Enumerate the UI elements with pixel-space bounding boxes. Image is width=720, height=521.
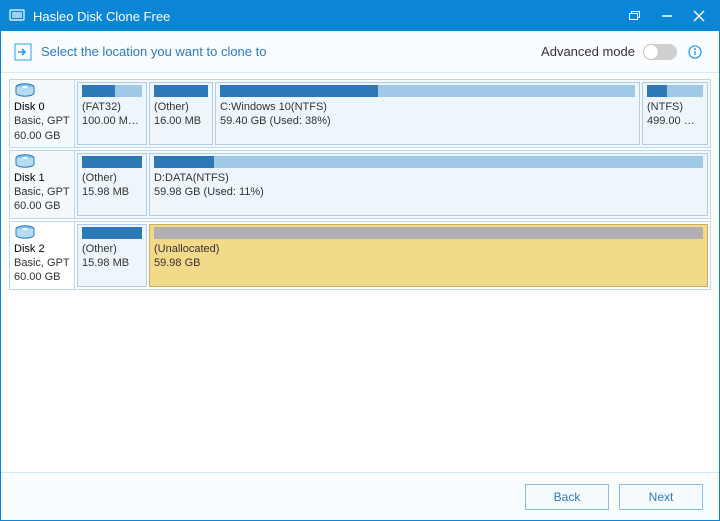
partition[interactable]: (Other)15.98 MB [77, 153, 147, 216]
partition-label: (Other) [154, 100, 208, 114]
disk-name: Disk 2 [14, 242, 70, 256]
partition-container: (Other)15.98 MB(Unallocated)59.98 GB [75, 221, 711, 290]
partition[interactable]: (Other)15.98 MB [77, 224, 147, 287]
partition-label: C:Windows 10(NTFS) [220, 100, 635, 114]
step-arrow-icon [13, 42, 33, 62]
partition-size: 499.00 MB ... [647, 114, 703, 128]
partition-label: (NTFS) [647, 100, 703, 114]
disk-name: Disk 1 [14, 171, 70, 185]
partition-size: 15.98 MB [82, 256, 142, 270]
partition[interactable]: (NTFS)499.00 MB ... [642, 82, 708, 145]
partition-size: 15.98 MB [82, 185, 142, 199]
partition[interactable]: (FAT32)100.00 MB ... [77, 82, 147, 145]
header-bar: Select the location you want to clone to… [1, 31, 719, 73]
partition-usage-bar [82, 156, 142, 168]
partition-size: 100.00 MB ... [82, 114, 142, 128]
prompt-text: Select the location you want to clone to [41, 44, 541, 59]
disk-row: Disk 0Basic, GPT60.00 GB(FAT32)100.00 MB… [9, 79, 711, 148]
info-icon[interactable] [687, 44, 703, 60]
partition-usage-bar [82, 227, 142, 239]
partition[interactable]: D:DATA(NTFS)59.98 GB (Used: 11%) [149, 153, 708, 216]
next-button[interactable]: Next [619, 484, 703, 510]
partition-usage-bar [154, 156, 703, 168]
partition[interactable]: (Other)16.00 MB [149, 82, 213, 145]
disk-icon [14, 154, 36, 170]
partition-container: (Other)15.98 MBD:DATA(NTFS)59.98 GB (Use… [75, 150, 711, 219]
disk-icon [14, 225, 36, 241]
partition-usage-bar [154, 227, 703, 239]
partition[interactable]: C:Windows 10(NTFS)59.40 GB (Used: 38%) [215, 82, 640, 145]
disk-info[interactable]: Disk 1Basic, GPT60.00 GB [9, 150, 75, 219]
partition-usage-bar [220, 85, 635, 97]
partition-size: 16.00 MB [154, 114, 208, 128]
app-window: Hasleo Disk Clone Free Select the locati… [0, 0, 720, 521]
close-button[interactable] [683, 1, 715, 31]
disk-info[interactable]: Disk 0Basic, GPT60.00 GB [9, 79, 75, 148]
partition-label: (Unallocated) [154, 242, 703, 256]
disk-row: Disk 2Basic, GPT60.00 GB(Other)15.98 MB(… [9, 221, 711, 290]
disk-size: 60.00 GB [14, 270, 70, 284]
partition-label: (Other) [82, 242, 142, 256]
disk-name: Disk 0 [14, 100, 70, 114]
partition-size: 59.98 GB (Used: 11%) [154, 185, 703, 199]
partition-usage-bar [82, 85, 142, 97]
disk-size: 60.00 GB [14, 199, 70, 213]
advanced-mode-toggle[interactable] [643, 44, 677, 60]
minimize-button[interactable] [651, 1, 683, 31]
app-icon [9, 8, 25, 24]
partition-label: (Other) [82, 171, 142, 185]
back-button[interactable]: Back [525, 484, 609, 510]
footer-bar: Back Next [1, 472, 719, 520]
partition-label: (FAT32) [82, 100, 142, 114]
advanced-mode-label: Advanced mode [541, 44, 635, 59]
disk-icon [14, 83, 36, 99]
disk-row: Disk 1Basic, GPT60.00 GB(Other)15.98 MBD… [9, 150, 711, 219]
partition-usage-bar [647, 85, 703, 97]
disk-meta: Basic, GPT [14, 185, 70, 199]
app-title: Hasleo Disk Clone Free [33, 9, 619, 24]
titlebar: Hasleo Disk Clone Free [1, 1, 719, 31]
partition-unallocated[interactable]: (Unallocated)59.98 GB [149, 224, 708, 287]
partition-size: 59.40 GB (Used: 38%) [220, 114, 635, 128]
partition-size: 59.98 GB [154, 256, 703, 270]
disk-list: Disk 0Basic, GPT60.00 GB(FAT32)100.00 MB… [1, 73, 719, 472]
disk-meta: Basic, GPT [14, 114, 70, 128]
partition-usage-bar [154, 85, 208, 97]
disk-meta: Basic, GPT [14, 256, 70, 270]
disk-size: 60.00 GB [14, 129, 70, 143]
partition-container: (FAT32)100.00 MB ...(Other)16.00 MBC:Win… [75, 79, 711, 148]
restore-button[interactable] [619, 1, 651, 31]
partition-label: D:DATA(NTFS) [154, 171, 703, 185]
disk-info[interactable]: Disk 2Basic, GPT60.00 GB [9, 221, 75, 290]
